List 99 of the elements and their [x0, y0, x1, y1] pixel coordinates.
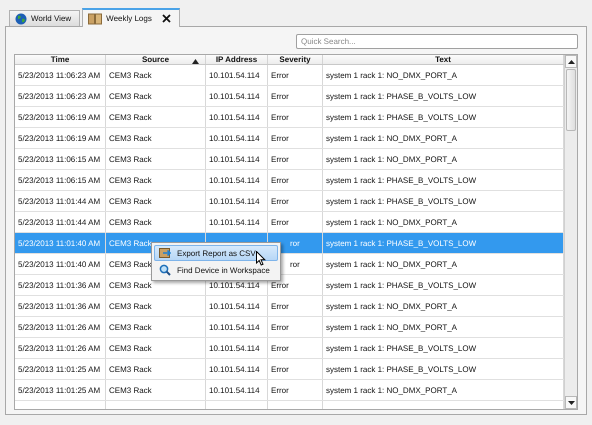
menu-item[interactable]: Export Report as CSV — [154, 245, 278, 261]
table-cell: Error — [271, 386, 289, 394]
table-cell: 10.101.54.114 — [209, 386, 260, 394]
table-cell: CEM3 Rack — [109, 238, 152, 248]
table-row[interactable]: 5/23/2013 11:06:23 AM CEM3 Rack 10.101.54.114 Error system 1 rack 1: NO_DMX_PORT_A — [15, 65, 564, 86]
table-cell: Error — [271, 302, 289, 310]
table-cell: Error — [271, 154, 289, 164]
table-cell: Error — [271, 196, 289, 206]
table-cell: 5/23/2013 11:06:15 AM — [18, 154, 100, 164]
table-cell: 5/23/2013 11:06:23 AM — [18, 92, 100, 100]
table-row[interactable]: 5/23/2013 11:06:15 AM CEM3 Rack 10.101.54.114 Error system 1 rack 1: PHASE_B_VOLTS_LOW — [15, 170, 564, 191]
column-header[interactable]: IP Address — [206, 55, 268, 64]
table-cell: ror — [290, 238, 300, 248]
table-cell: CEM3 Rack — [109, 176, 152, 184]
column-header[interactable]: Source — [106, 55, 206, 64]
table-cell: 5/23/2013 11:01:36 AM — [18, 280, 100, 290]
table-cell: 5/23/2013 11:01:25 AM — [18, 386, 100, 394]
table-cell: system 1 rack 1: NO_DMX_PORT_A — [326, 302, 457, 310]
table-cell: Error — [271, 322, 289, 332]
table-row[interactable]: 5/23/2013 11:06:15 AM CEM3 Rack 10.101.54.114 Error system 1 rack 1: NO_DMX_PORT_A — [15, 149, 564, 170]
table-cell: 10.101.54.114 — [209, 322, 260, 332]
table-cell: 5/23/2013 11:01:36 AM — [18, 302, 100, 310]
table-cell: 10.101.54.114 — [209, 302, 260, 310]
column-header[interactable]: Severity — [268, 55, 323, 64]
table-cell: CEM3 Rack — [109, 260, 152, 268]
table-row[interactable]: 5/23/2013 11:01:25 AM CEM3 Rack 10.101.54.114 Error system 1 rack 1: PHASE_B_VOLTS_LOW — [15, 359, 564, 380]
table-cell: Error — [271, 134, 289, 142]
table-cell: 10.101.54.114 — [209, 196, 260, 206]
table-cell: CEM3 Rack — [109, 196, 152, 206]
menu-item[interactable]: Find Device in Workspace — [154, 262, 278, 278]
table-cell: system 1 rack 1: NO_DMX_PORT_A — [326, 134, 457, 142]
table-cell: 10.101.54.114 — [209, 154, 260, 164]
table-cell: 10.101.54.114 — [209, 218, 260, 226]
table-cell: ror — [290, 260, 300, 268]
table-cell: system 1 rack 1: PHASE_B_VOLTS_LOW — [326, 196, 476, 206]
table-cell: Error — [271, 364, 289, 374]
table-cell: CEM3 Rack — [109, 134, 152, 142]
table-row[interactable]: 5/23/2013 11:01:25 AM CEM3 Rack 10.101.54.114 Error system 1 rack 1: NO_DMX_PORT_A — [15, 380, 564, 401]
table-cell: system 1 rack 1: PHASE_B_VOLTS_LOW — [326, 280, 476, 290]
table-cell: 10.101.54.114 — [209, 344, 260, 352]
table-cell: Error — [271, 280, 289, 290]
table-cell: 5/23/2013 11:06:15 AM — [18, 176, 100, 184]
table-cell: system 1 rack 1: PHASE_B_VOLTS_LOW — [326, 364, 476, 374]
table-cell: 10.101.54.114 — [209, 176, 260, 184]
table-cell: 5/23/2013 11:01:25 AM — [18, 364, 100, 374]
table-cell: 10.101.54.114 — [209, 134, 260, 142]
table-cell: system 1 rack 1: PHASE_B_VOLTS_LOW — [326, 112, 476, 122]
table-cell: system 1 rack 1: NO_DMX_PORT_A — [326, 154, 457, 164]
table-cell: system 1 rack 1: PHASE_B_VOLTS_LOW — [326, 344, 476, 352]
table-cell: CEM3 Rack — [109, 302, 152, 310]
table-cell: 10.101.54.114 — [209, 70, 260, 80]
tab[interactable]: World View — [9, 10, 80, 26]
table-cell: Error — [271, 92, 289, 100]
table-cell: 5/23/2013 11:06:23 AM — [18, 70, 100, 80]
table-cell: 5/23/2013 11:01:40 AM — [18, 260, 100, 268]
table-row[interactable]: 5/23/2013 11:06:19 AM CEM3 Rack 10.101.54.114 Error system 1 rack 1: PHASE_B_VOLTS_LOW — [15, 107, 564, 128]
table-cell: 5/23/2013 11:01:44 AM — [18, 218, 100, 226]
table-cell: CEM3 Rack — [109, 112, 152, 122]
table-row[interactable]: 5/23/2013 11:01:36 AM CEM3 Rack 10.101.54.114 Error system 1 rack 1: NO_DMX_PORT_A — [15, 296, 564, 317]
search-field[interactable]: Quick Search... — [296, 34, 578, 49]
table-cell: CEM3 Rack — [109, 154, 152, 164]
table-cell: Error — [271, 344, 289, 352]
table-row[interactable]: 5/23/2013 11:01:26 AM CEM3 Rack 10.101.54.114 Error system 1 rack 1: PHASE_B_VOLTS_LOW — [15, 338, 564, 359]
table-cell: system 1 rack 1: NO_DMX_PORT_A — [326, 260, 457, 268]
table-cell: Error — [271, 70, 289, 80]
table-cell: CEM3 Rack — [109, 92, 152, 100]
table-cell: CEM3 Rack — [109, 386, 152, 394]
table-row[interactable]: 5/23/2013 11:01:44 AM CEM3 Rack 10.101.54.114 Error system 1 rack 1: PHASE_B_VOLTS_LOW — [15, 191, 564, 212]
table-cell: 5/23/2013 11:01:44 AM — [18, 196, 100, 206]
table-cell: CEM3 Rack — [109, 70, 152, 80]
table-cell: Error — [271, 218, 289, 226]
table-cell: 10.101.54.114 — [209, 112, 260, 122]
table-cell: Error — [271, 176, 289, 184]
table-cell: CEM3 Rack — [109, 344, 152, 352]
table-cell: system 1 rack 1: PHASE_B_VOLTS_LOW — [326, 176, 476, 184]
column-header[interactable]: Time — [15, 55, 106, 64]
table-cell: 10.101.54.114 — [209, 92, 260, 100]
table-cell: system 1 rack 1: PHASE_B_VOLTS_LOW — [326, 238, 476, 248]
table-cell: system 1 rack 1: NO_DMX_PORT_A — [326, 386, 457, 394]
table-cell: 5/23/2013 11:01:26 AM — [18, 344, 100, 352]
table-cell: CEM3 Rack — [109, 322, 152, 332]
table-cell: Error — [271, 112, 289, 122]
table-cell: CEM3 Rack — [109, 280, 152, 290]
table-cell: system 1 rack 1: NO_DMX_PORT_A — [326, 322, 457, 332]
table-cell: system 1 rack 1: PHASE_B_VOLTS_LOW — [326, 92, 476, 100]
table-cell: 5/23/2013 11:06:19 AM — [18, 112, 100, 122]
table-row[interactable]: 5/23/2013 11:01:26 AM CEM3 Rack 10.101.54.114 Error system 1 rack 1: NO_DMX_PORT_A — [15, 317, 564, 338]
table-cell: system 1 rack 1: NO_DMX_PORT_A — [326, 218, 457, 226]
table-cell: 5/23/2013 11:01:26 AM — [18, 322, 100, 332]
table-cell: 10.101.54.114 — [209, 280, 260, 290]
table-cell: 10.101.54.114 — [209, 364, 260, 374]
table-cell: 5/23/2013 11:01:40 AM — [18, 238, 100, 248]
table-cell: system 1 rack 1: NO_DMX_PORT_A — [326, 70, 457, 80]
table-row[interactable]: 5/23/2013 11:06:19 AM CEM3 Rack 10.101.54.114 Error system 1 rack 1: NO_DMX_PORT_A — [15, 128, 564, 149]
table-cell: 5/23/2013 11:06:19 AM — [18, 134, 100, 142]
table-row[interactable]: 5/23/2013 11:06:23 AM CEM3 Rack 10.101.54.114 Error system 1 rack 1: PHASE_B_VOLTS_LOW — [15, 86, 564, 107]
table-cell: CEM3 Rack — [109, 364, 152, 374]
tab[interactable]: Weekly Logs — [82, 8, 180, 27]
table-cell: CEM3 Rack — [109, 218, 152, 226]
